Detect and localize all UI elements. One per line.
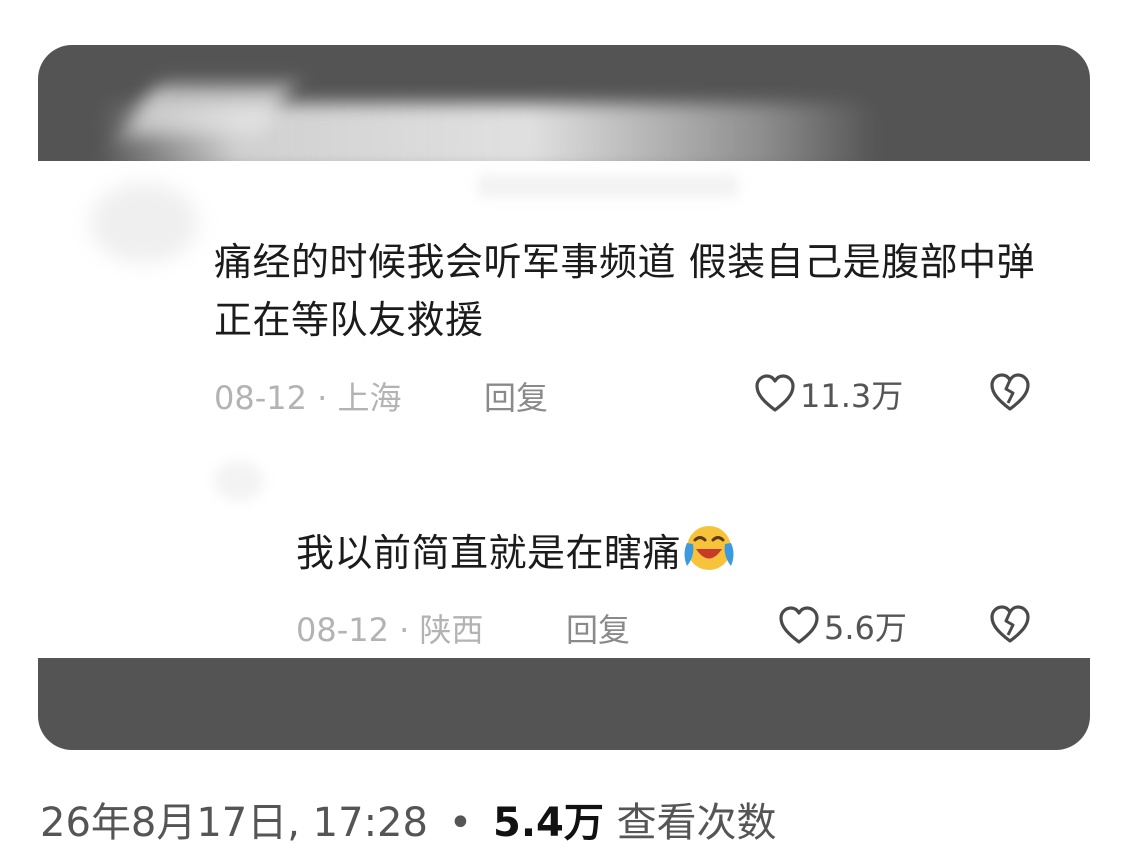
heart-icon — [755, 374, 795, 412]
meta-separator: · — [399, 611, 420, 649]
like-button[interactable]: 11.3万 — [754, 371, 903, 417]
reply-location: 陕西 — [419, 611, 484, 649]
avatar — [90, 183, 198, 263]
reply-avatar — [214, 461, 264, 501]
reply-comment: 我以前简直就是在瞎痛 — [296, 522, 737, 582]
reply-to-reply-button[interactable]: 回复 — [566, 605, 630, 651]
reply-date: 08-12 — [296, 611, 389, 649]
comment-text: 痛经的时候我会听军事频道 假装自己是腹部中弹正在等队友救援 — [214, 240, 1036, 342]
view-count: 5.4万 — [492, 800, 604, 846]
comment-panel: 痛经的时候我会听军事频道 假装自己是腹部中弹正在等队友救援 08-12 · 上海… — [38, 161, 1090, 658]
screenshot-card: 痛经的时候我会听军事频道 假装自己是腹部中弹正在等队友救援 08-12 · 上海… — [38, 45, 1090, 750]
reply-dislike-button[interactable] — [989, 605, 1031, 649]
broken-heart-icon — [990, 373, 1030, 411]
broken-heart-icon — [990, 605, 1030, 643]
footer-separator: • — [448, 800, 473, 846]
reply-like-button[interactable]: 5.6万 — [778, 603, 907, 649]
reply-button[interactable]: 回复 — [484, 373, 548, 419]
reply-like-count: 5.6万 — [824, 609, 907, 647]
post-footer: 26年8月17日, 17:28 • 5.4万 查看次数 — [40, 790, 777, 848]
dislike-button[interactable] — [989, 373, 1031, 417]
comment-meta: 08-12 · 上海 — [214, 373, 402, 419]
comment-date: 08-12 — [214, 379, 307, 417]
blurred-username — [478, 175, 738, 197]
post-timestamp: 26年8月17日, 17:28 — [40, 800, 428, 846]
comment-location: 上海 — [337, 379, 402, 417]
like-count: 11.3万 — [800, 377, 904, 415]
reply-comment-meta: 08-12 · 陕西 — [296, 605, 484, 651]
laughing-crying-emoji-icon — [684, 526, 734, 570]
reply-text: 我以前简直就是在瞎痛 — [296, 531, 682, 575]
heart-icon — [779, 606, 819, 644]
meta-separator: · — [317, 379, 338, 417]
view-count-label: 查看次数 — [616, 800, 777, 846]
